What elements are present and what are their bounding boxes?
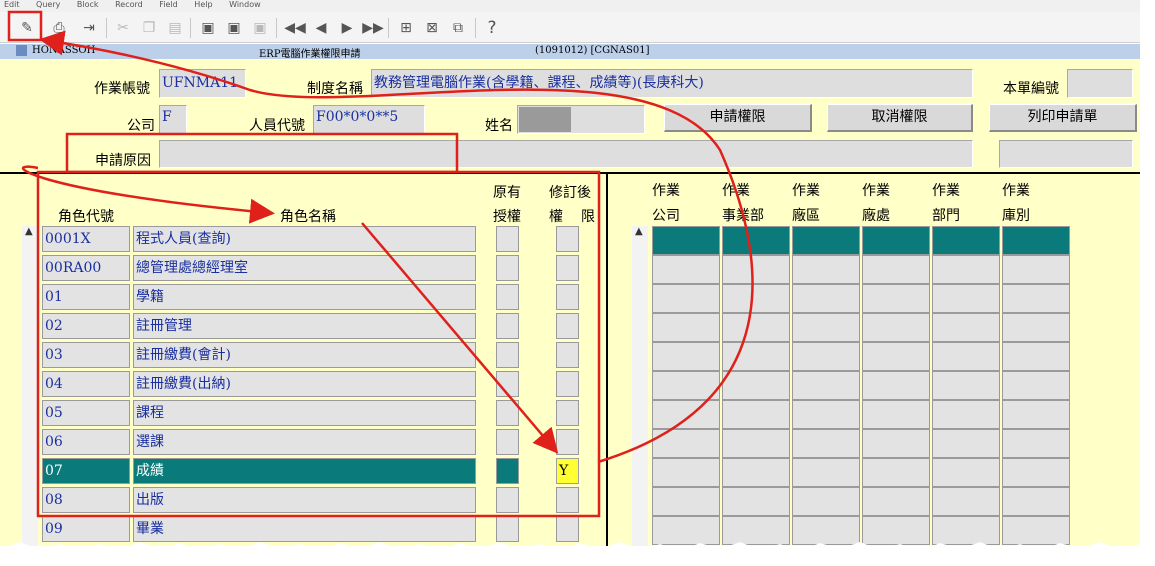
arrow-role-to-revised [361,222,559,454]
save-icon-highlight [7,10,43,42]
arrow-revised-to-save [39,30,754,464]
annotation-layer [7,10,754,518]
reason-highlight [65,132,459,174]
arrow-reason-to-roles [21,165,275,224]
roles-highlight [36,170,601,518]
